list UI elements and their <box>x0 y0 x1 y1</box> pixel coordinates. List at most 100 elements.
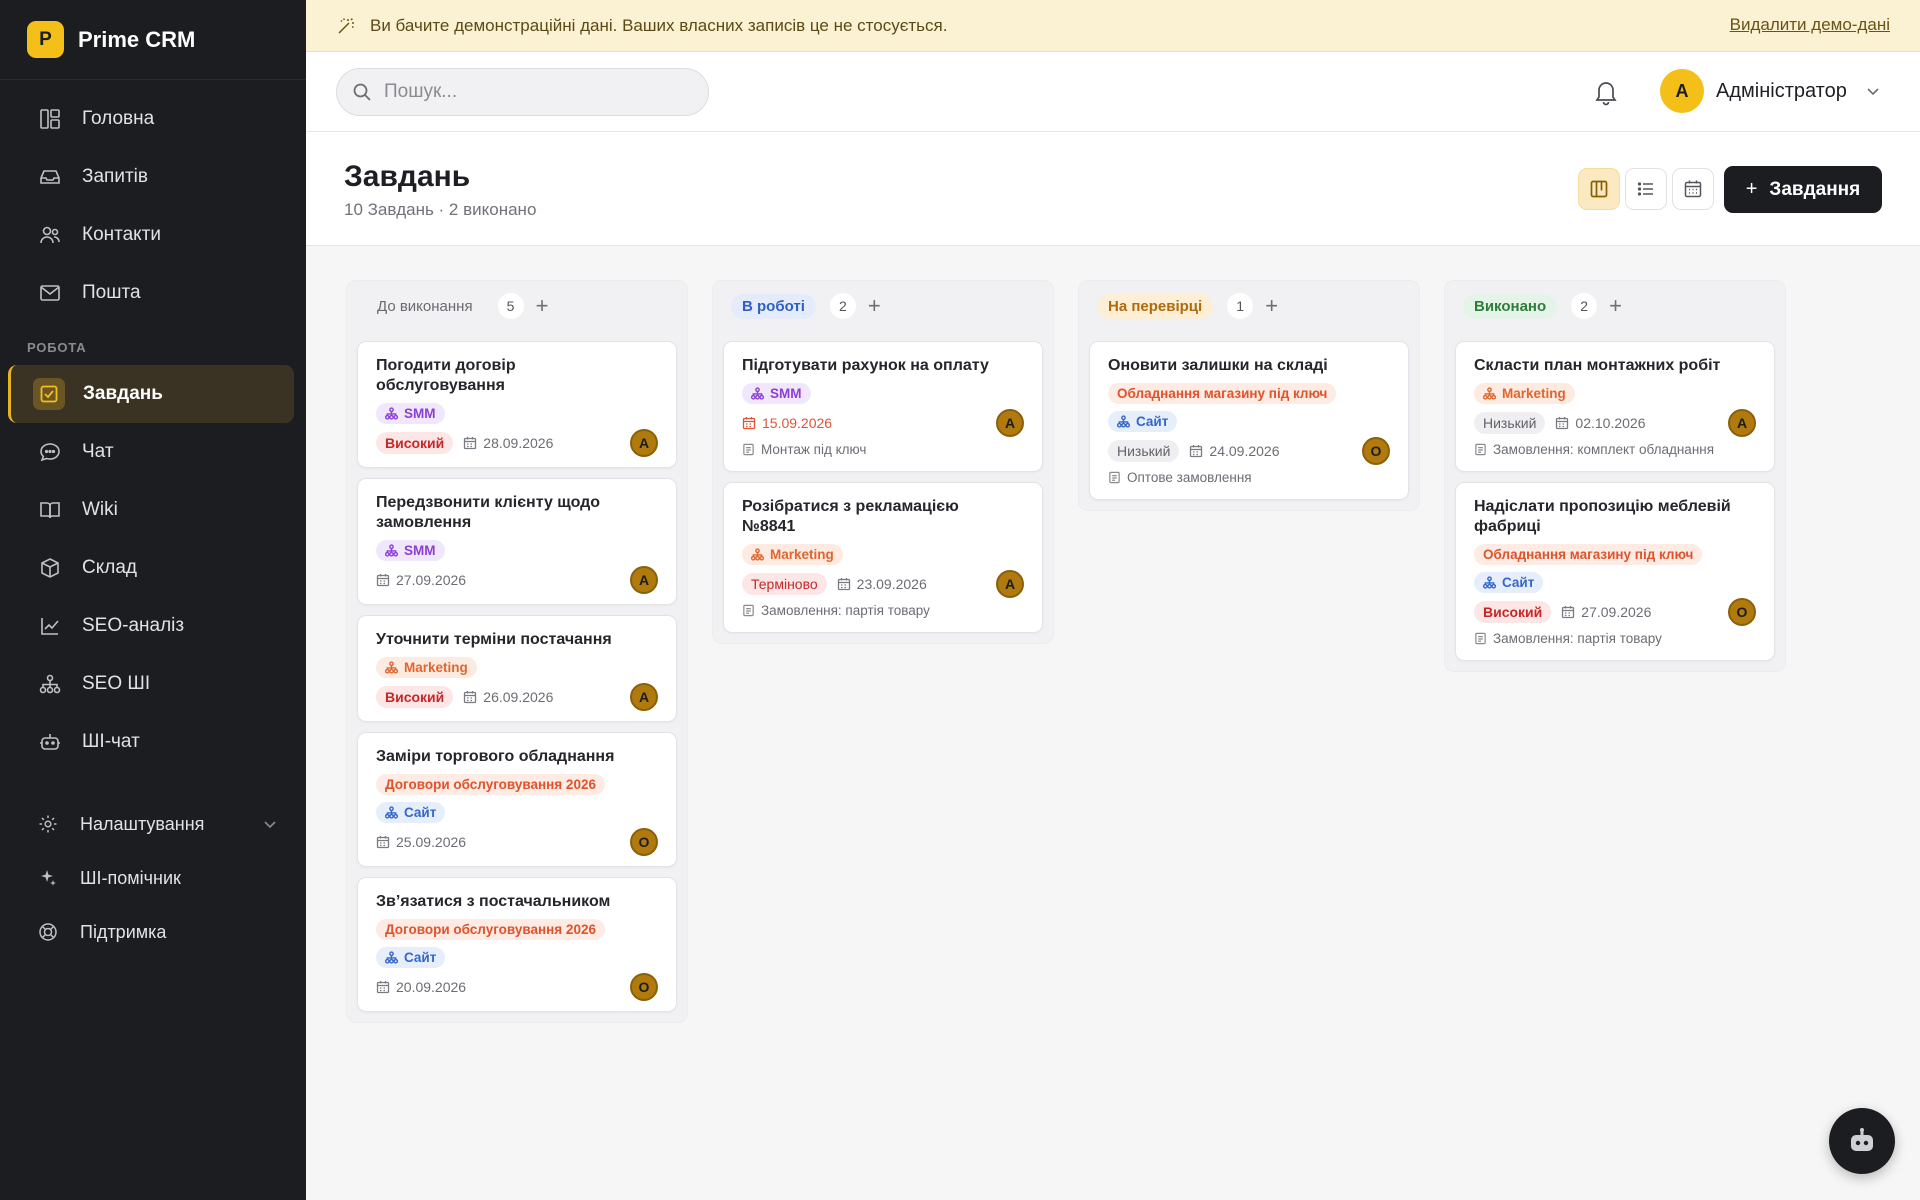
calendar-icon <box>742 416 762 430</box>
sitemap-icon <box>38 672 62 696</box>
assignee-avatar[interactable]: A <box>996 408 1024 437</box>
assignee-avatar[interactable]: A <box>996 569 1024 598</box>
remove-demo-link[interactable]: Видалити демо-дані <box>1730 15 1890 35</box>
sidebar-item-label: ШІ-помічник <box>80 867 181 888</box>
tag-row: SMM <box>742 383 1024 404</box>
list-view-button[interactable] <box>1625 168 1667 210</box>
user-name: Адміністратор <box>1716 79 1847 102</box>
sidebar-item-label: Запитів <box>82 166 148 187</box>
task-card[interactable]: Заміри торгового обладнання Договори обсл… <box>357 732 677 867</box>
sitemap-icon <box>1117 415 1136 428</box>
sidebar-item-contacts[interactable]: Контакти <box>0 206 306 264</box>
tag-label: SMM <box>770 386 802 401</box>
add-card-button[interactable]: + <box>1265 293 1278 319</box>
calendar-icon <box>463 690 483 704</box>
sitemap-icon <box>1483 576 1502 589</box>
assignee-avatar[interactable]: O <box>630 972 658 1001</box>
tag-label: Сайт <box>1502 575 1535 590</box>
sidebar-item-seo-analysis[interactable]: SEO-аналіз <box>0 597 306 655</box>
task-title: Оновити залишки на складі <box>1108 357 1328 374</box>
linked-project-label: Оптове замовлення <box>1127 470 1252 485</box>
topbar: A Адміністратор <box>306 52 1920 132</box>
sitemap-icon <box>1483 387 1502 400</box>
sidebar-item-warehouse[interactable]: Склад <box>0 539 306 597</box>
sidebar-item-ai-assistant[interactable]: ШІ-помічник <box>0 851 306 905</box>
add-card-button[interactable]: + <box>868 293 881 319</box>
sidebar-item-tasks[interactable]: Завдань <box>8 365 294 423</box>
priority-badge: Високий <box>1474 600 1552 623</box>
assignee-avatar[interactable]: A <box>630 682 658 711</box>
sidebar-item-label: SEO ШІ <box>82 673 151 694</box>
tag-row: Обладнання магазину під ключ <box>1108 383 1390 404</box>
sitemap-icon <box>385 661 404 674</box>
sidebar-item-wiki[interactable]: Wiki <box>0 481 306 539</box>
sidebar-item-seo-ai[interactable]: SEO ШІ <box>0 655 306 713</box>
sitemap-icon <box>385 806 404 819</box>
add-card-button[interactable]: + <box>536 293 549 319</box>
task-card[interactable]: Підготувати рахунок на оплату SMM 15.09.20… <box>723 341 1043 472</box>
task-card[interactable]: Розібратися з рекламацією №8841 Marketing… <box>723 482 1043 633</box>
sidebar-item-support[interactable]: Підтримка <box>0 905 306 959</box>
sidebar-item-chat[interactable]: Чат <box>0 423 306 481</box>
column-title: До виконання <box>377 297 473 315</box>
sidebar-item-requests[interactable]: Запитів <box>0 148 306 206</box>
project-tag: Договори обслуговування 2026 <box>376 774 605 795</box>
assignee-avatar[interactable]: O <box>630 827 658 856</box>
magic-wand-icon <box>336 16 356 36</box>
sidebar-item-label: Чат <box>82 441 114 462</box>
task-card[interactable]: Уточнити терміни постачання Marketing Висо… <box>357 615 677 722</box>
task-card[interactable]: Оновити залишки на складі Обладнання мага… <box>1089 341 1409 500</box>
sidebar-item-ai-chat[interactable]: ШІ-чат <box>0 713 306 771</box>
task-card[interactable]: Зв’язатися з постачальником Договори обсл… <box>357 877 677 1012</box>
column-title: На перевірці <box>1097 293 1214 319</box>
assignee-avatar[interactable]: A <box>630 565 658 594</box>
meta-row: Високий 27.09.2026 <box>1474 600 1756 623</box>
tag-label: Договори обслуговування 2026 <box>385 922 596 937</box>
task-title: Надіслати пропозицію меблевій фабриці <box>1474 498 1731 535</box>
ai-chat-button[interactable] <box>1829 1108 1895 1174</box>
column-title: Виконано <box>1463 293 1558 319</box>
due-date-value: 27.09.2026 <box>396 571 467 588</box>
calendar-icon <box>463 436 483 450</box>
meta-row: Низький 24.09.2026 <box>1108 439 1390 462</box>
task-card[interactable]: Скласти план монтажних робіт Marketing Низ… <box>1455 341 1775 472</box>
due-date: 27.09.2026 <box>1561 604 1651 620</box>
meta-row: 15.09.2026 <box>742 412 1024 433</box>
assignee-avatar[interactable]: A <box>630 428 658 457</box>
task-card[interactable]: Передзвонити клієнту щодо замовлення SMM 2… <box>357 478 677 605</box>
calendar-view-button[interactable] <box>1672 168 1714 210</box>
sidebar-item-mail[interactable]: Пошта <box>0 264 306 322</box>
task-check-icon <box>33 378 65 410</box>
due-date-value: 23.09.2026 <box>856 575 927 592</box>
tag-row: Сайт <box>1474 572 1756 593</box>
demo-banner: Ви бачите демонстраційні дані. Ваших вла… <box>306 0 1920 52</box>
sidebar-item-home[interactable]: Головна <box>0 90 306 148</box>
assignee-avatar[interactable]: O <box>1728 597 1756 626</box>
due-date: 26.09.2026 <box>463 689 553 705</box>
task-card[interactable]: Надіслати пропозицію меблевій фабриці Обл… <box>1455 482 1775 661</box>
add-task-button[interactable]: + Завдання <box>1724 166 1882 213</box>
add-card-button[interactable]: + <box>1609 293 1622 319</box>
user-menu[interactable]: A Адміністратор <box>1660 68 1881 114</box>
tag-label: Сайт <box>404 805 437 820</box>
brand[interactable]: P Prime CRM <box>0 0 306 80</box>
bell-icon[interactable] <box>1593 78 1619 106</box>
due-date: 23.09.2026 <box>837 576 927 592</box>
task-title: Заміри торгового обладнання <box>376 748 615 765</box>
assignee-avatar[interactable]: O <box>1362 436 1390 465</box>
project-tag: SMM <box>376 540 445 561</box>
tag-label: SMM <box>404 406 436 421</box>
assignee-avatar[interactable]: A <box>1728 408 1756 437</box>
search-input[interactable] <box>384 81 684 103</box>
meta-row: Терміново 23.09.2026 <box>742 572 1024 595</box>
tag-label: Marketing <box>1502 386 1566 401</box>
sitemap-icon <box>385 951 404 964</box>
due-date-value: 02.10.2026 <box>1575 414 1646 431</box>
calendar-icon <box>1555 416 1575 430</box>
document-icon <box>742 604 761 617</box>
kanban-view-button[interactable] <box>1578 168 1620 210</box>
sitemap-icon <box>385 407 404 420</box>
sidebar-item-settings[interactable]: Налаштування <box>0 797 306 851</box>
task-card[interactable]: Погодити договір обслуговування SMM Високи… <box>357 341 677 468</box>
project-tag: SMM <box>742 383 811 404</box>
